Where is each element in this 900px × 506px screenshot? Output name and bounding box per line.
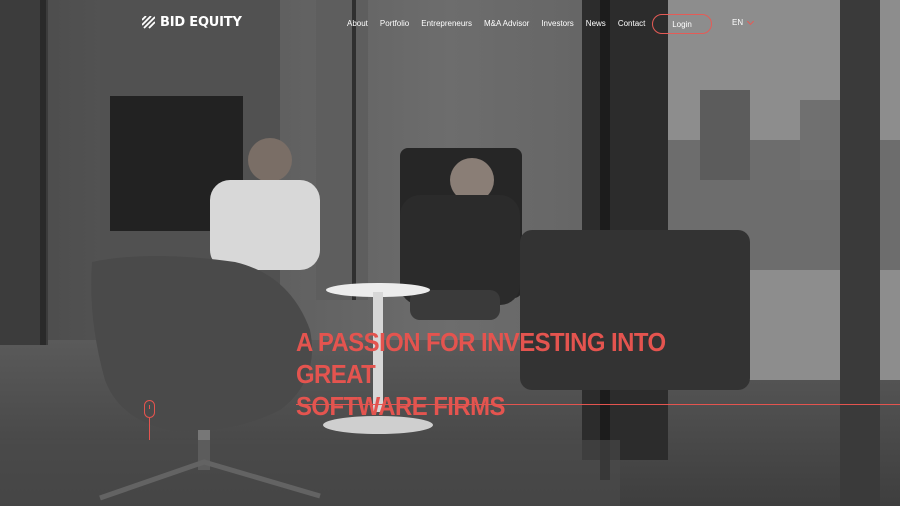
hero-headline-line-1: A PASSION FOR INVESTING INTO GREAT bbox=[296, 327, 666, 389]
nav-item-about[interactable]: About bbox=[347, 19, 368, 28]
brand-name: BID EQUITY bbox=[160, 15, 242, 30]
brand-logo[interactable]: BID EQUITY bbox=[142, 15, 242, 30]
hero-headline-line-2: SOFTWARE FIRMS bbox=[296, 391, 505, 421]
hero-background-photo bbox=[0, 0, 900, 506]
nav-item-portfolio[interactable]: Portfolio bbox=[380, 19, 409, 28]
nav-item-investors[interactable]: Investors bbox=[541, 19, 573, 28]
language-label: EN bbox=[732, 18, 744, 27]
chevron-down-icon bbox=[747, 17, 755, 26]
language-selector[interactable]: EN bbox=[732, 17, 755, 27]
main-menu: About Portfolio Entrepreneurs M&A Adviso… bbox=[347, 19, 645, 28]
stripes-logo-icon bbox=[142, 16, 155, 29]
mouse-scroll-icon[interactable] bbox=[144, 400, 155, 418]
nav-item-entrepreneurs[interactable]: Entrepreneurs bbox=[421, 19, 472, 28]
nav-item-contact[interactable]: Contact bbox=[618, 19, 646, 28]
headline-divider bbox=[296, 404, 900, 405]
office-scene-image bbox=[0, 0, 900, 506]
hero-headline: A PASSION FOR INVESTING INTO GREAT SOFTW… bbox=[296, 326, 738, 422]
login-button[interactable]: Login bbox=[652, 14, 712, 34]
scroll-indicator-line bbox=[149, 418, 150, 440]
nav-item-news[interactable]: News bbox=[586, 19, 606, 28]
top-navigation: BID EQUITY About Portfolio Entrepreneurs… bbox=[0, 0, 900, 50]
nav-item-ma-advisor[interactable]: M&A Advisor bbox=[484, 19, 529, 28]
